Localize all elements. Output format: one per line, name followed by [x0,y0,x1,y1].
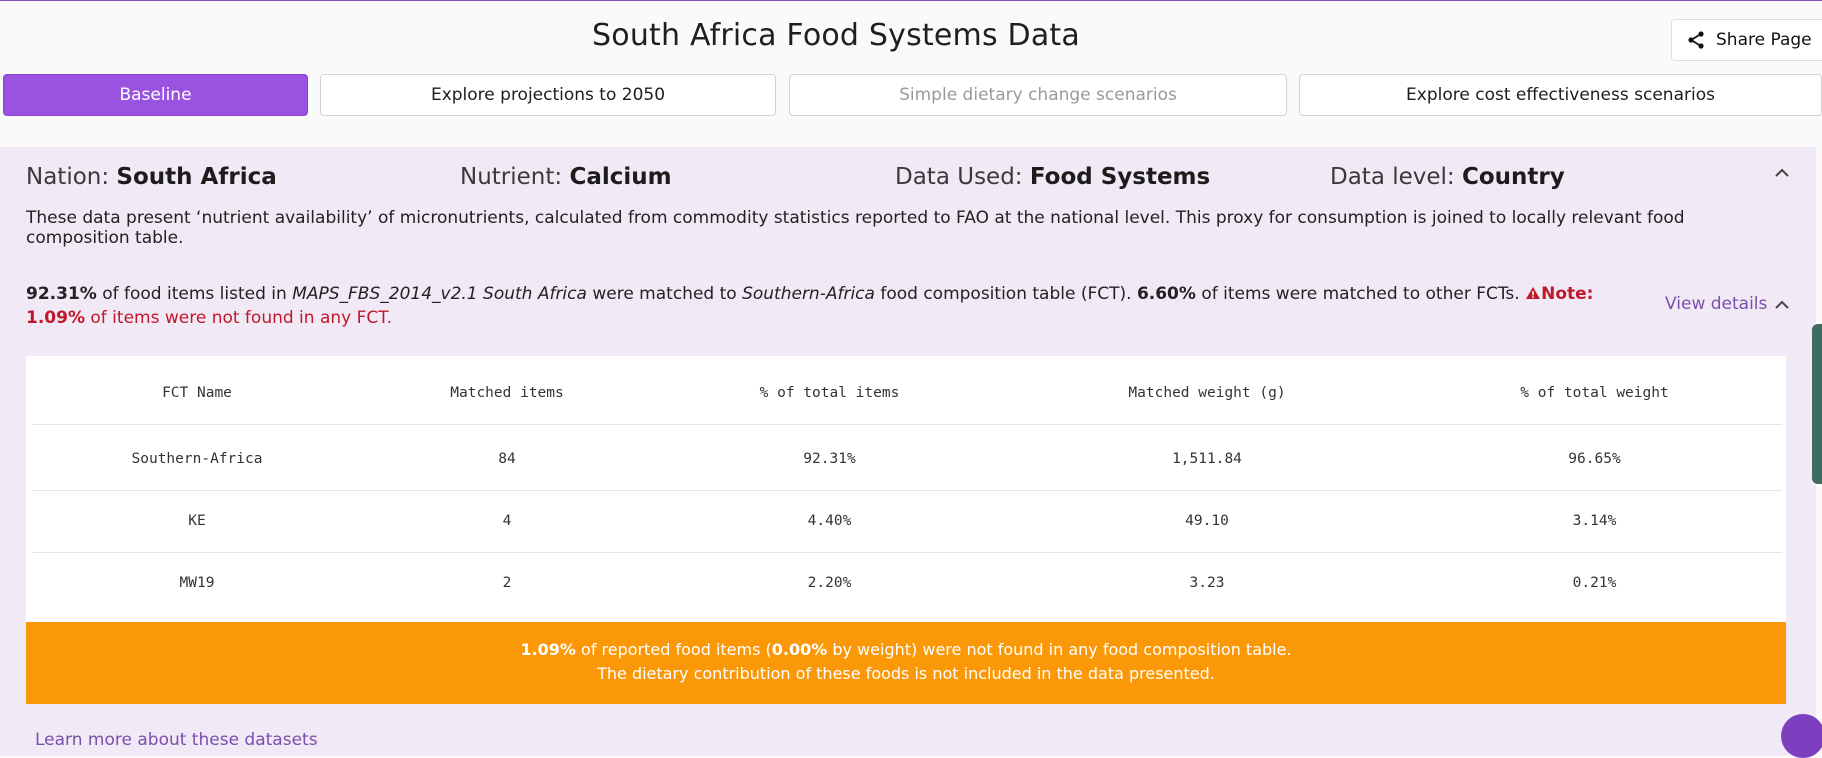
data-used-meta: Data Used: Food Systems [895,164,1210,190]
view-details-link[interactable]: View details [1665,294,1767,314]
banner-line-1: 1.09% of reported food items (0.00% by w… [26,638,1786,662]
table-cell: 4 [502,513,512,529]
table-cell: 49.10 [1185,513,1229,529]
nutrient-label: Nutrient: [460,164,563,190]
match-text-1: of food items listed in [96,284,293,304]
top-border [0,0,1822,1]
banner-text-2: by weight) were not found in any food co… [827,640,1292,659]
table-cell: KE [188,513,206,529]
table-cell: 3.23 [1189,575,1225,591]
nutrient-value: Calcium [569,164,672,190]
note-label: Note: [1541,284,1594,304]
chat-launcher-button[interactable] [1781,714,1822,758]
pct-not-found: 1.09% [26,308,85,328]
table-cell: Southern-Africa [131,451,263,467]
banner-pct-items: 1.09% [520,640,576,659]
not-found-warning-banner: 1.09% of reported food items (0.00% by w… [26,622,1786,704]
nation-label: Nation: [26,164,110,190]
table-cell: 3.14% [1572,513,1617,529]
table-header-matched-weight: Matched weight (g) [1128,385,1286,401]
page-title: South Africa Food Systems Data [592,18,1080,53]
share-icon [1688,31,1704,49]
learn-more-link[interactable]: Learn more about these datasets [35,730,318,750]
table-cell: MW19 [179,575,215,591]
dataset-name: MAPS_FBS_2014_v2.1 South Africa [292,284,587,304]
match-text-5: of items were not found in any FCT. [84,308,393,328]
data-used-value: Food Systems [1029,164,1211,190]
data-level-meta: Data level: Country [1330,164,1565,190]
table-header-matched-items: Matched items [450,385,564,401]
match-summary: 92.31% of food items listed in MAPS_FBS_… [26,282,1626,330]
data-used-label: Data Used: [895,164,1023,190]
table-header-fct-name: FCT Name [162,385,232,401]
match-text-2: were matched to [586,284,743,304]
table-row: MW19 2 2.20% 3.23 0.21% [32,552,1782,614]
collapse-meta-chevron-up-icon[interactable] [1774,168,1790,178]
tab-projections-2050[interactable]: Explore projections to 2050 [320,74,776,116]
table-cell: 2 [502,575,512,591]
data-level-value: Country [1461,164,1565,190]
tab-baseline[interactable]: Baseline [3,74,308,116]
table-cell: 4.40% [807,513,852,529]
collapse-details-chevron-up-icon[interactable] [1774,300,1790,310]
warning-icon [1526,287,1541,299]
table-cell: 92.31% [803,451,856,467]
table-header-row: FCT Name Matched items % of total items … [32,362,1782,425]
data-level-label: Data level: [1330,164,1455,190]
table-cell: 2.20% [807,575,852,591]
tab-dietary-change: Simple dietary change scenarios [789,74,1287,116]
match-text-4: of items were matched to other FCTs. [1195,284,1526,304]
fct-match-table: FCT Name Matched items % of total items … [26,356,1786,622]
share-page-label: Share Page [1716,30,1812,50]
nation-value: South Africa [116,164,277,190]
nation-meta: Nation: South Africa [26,164,277,190]
nutrient-meta: Nutrient: Calcium [460,164,672,190]
table-cell: 84 [498,451,516,467]
match-text-3: food composition table (FCT). [874,284,1137,304]
tab-cost-effectiveness[interactable]: Explore cost effectiveness scenarios [1299,74,1822,116]
data-description: These data present ‘nutrient availabilit… [26,208,1685,248]
table-cell: 0.21% [1572,575,1617,591]
pct-matched: 92.31% [26,284,97,304]
table-row: Southern-Africa 84 92.31% 1,511.84 96.65… [32,428,1782,491]
banner-text-1: of reported food items ( [575,640,772,659]
fct-name: Southern-Africa [742,284,875,304]
table-header-pct-items: % of total items [759,385,900,401]
pct-other: 6.60% [1136,284,1196,304]
side-panel-handle[interactable] [1812,324,1822,484]
table-header-pct-weight: % of total weight [1520,385,1669,401]
banner-pct-weight: 0.00% [771,640,828,659]
table-cell: 96.65% [1568,451,1621,467]
table-row: KE 4 4.40% 49.10 3.14% [32,490,1782,553]
banner-line-2: The dietary contribution of these foods … [597,664,1215,683]
table-cell: 1,511.84 [1172,451,1242,467]
share-page-button[interactable]: Share Page [1671,19,1822,61]
